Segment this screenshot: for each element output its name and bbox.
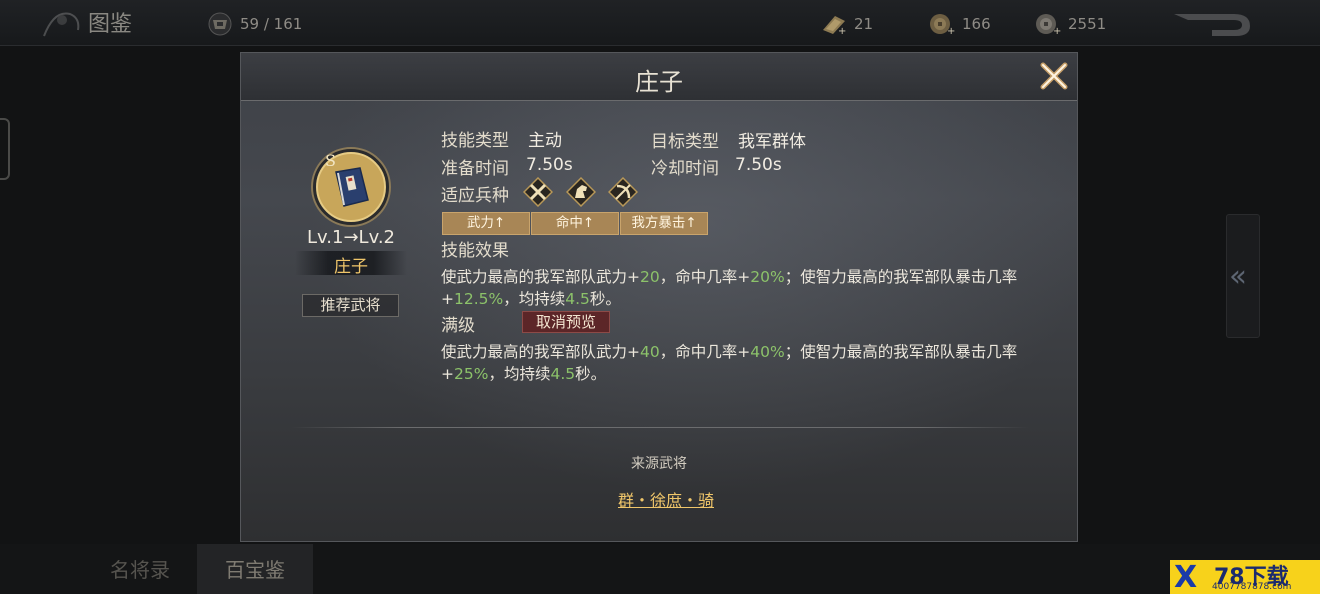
copper-count: 166 xyxy=(962,15,991,33)
svg-text:+: + xyxy=(947,26,955,36)
skill-type-label: 技能类型 xyxy=(441,131,509,151)
watermark-url: 4007787878.com xyxy=(1212,582,1292,592)
skill-name: 庄子 xyxy=(334,257,368,277)
source-generals-title: 来源武将 xyxy=(631,456,687,472)
modal-title: 庄子 xyxy=(635,68,683,96)
source-general-link[interactable]: 群・徐庶・骑 xyxy=(601,487,731,511)
tab-famous-generals[interactable]: 名将录 xyxy=(82,544,198,594)
target-type-value: 我军群体 xyxy=(738,132,806,152)
collection-count: 59 / 161 xyxy=(240,15,303,33)
tab-treasure-catalog[interactable]: 百宝鉴 xyxy=(197,544,313,594)
svg-text:+: + xyxy=(1053,26,1061,36)
token-icon: + xyxy=(823,16,846,36)
watermark-x-icon: X xyxy=(1174,560,1198,594)
prep-time-label: 准备时间 xyxy=(441,159,509,179)
page-title: 图鉴 xyxy=(88,12,133,37)
left-edge-handle[interactable] xyxy=(0,118,10,180)
coin-icon: + xyxy=(930,14,955,36)
cavalry-icon xyxy=(566,177,596,207)
collection-icon xyxy=(208,12,232,36)
skill-book-icon xyxy=(311,147,391,227)
silver-coin-icon: + xyxy=(1036,14,1061,36)
infantry-icon xyxy=(523,177,553,207)
skill-type-value: 主动 xyxy=(528,131,562,151)
token-count: 21 xyxy=(854,15,874,33)
back-arrow-icon[interactable] xyxy=(1172,10,1254,38)
top-bar: 图鉴 59 / 161 + 21 + 166 + 2551 xyxy=(0,0,1320,46)
max-level-effect-text: 使武力最高的我军部队武力+40，命中几率+40%；使智力最高的我军部队暴击几率+… xyxy=(441,343,1018,383)
level-change: Lv.1→Lv.2 xyxy=(307,227,395,248)
skill-detail-modal: 庄子 S Lv.1→Lv.2 庄子 推荐武将 技能类型 主动 目标类型 我军群体… xyxy=(240,52,1078,542)
prep-time-value: 7.50s xyxy=(526,155,573,175)
target-type-label: 目标类型 xyxy=(651,132,719,152)
svg-text:+: + xyxy=(838,26,846,36)
skill-grade-badge: S xyxy=(325,151,336,170)
modal-header: 庄子 xyxy=(241,53,1077,101)
emblem-decoration-icon xyxy=(43,12,80,37)
close-icon[interactable] xyxy=(1038,60,1070,92)
currency-silver[interactable]: + 2551 xyxy=(1034,12,1106,36)
skill-effect-text: 使武力最高的我军部队武力+20，命中几率+20%；使智力最高的我军部队暴击几率+… xyxy=(441,268,1018,308)
watermark-logo: X 78下载 4007787878.com xyxy=(1170,560,1320,594)
collection-counter: 59 / 161 xyxy=(206,12,302,36)
cooldown-label: 冷却时间 xyxy=(651,159,719,179)
tag-strength-up: 武力↑ xyxy=(442,212,530,235)
currency-token[interactable]: + 21 xyxy=(820,12,873,36)
expand-panel-button[interactable]: ‹‹ xyxy=(1226,214,1260,338)
skill-effect-label: 技能效果 xyxy=(441,241,509,261)
max-level-label: 满级 xyxy=(441,316,475,336)
tag-crit-up: 我方暴击↑ xyxy=(620,212,708,235)
recommend-generals-button[interactable]: 推荐武将 xyxy=(302,294,399,317)
cooldown-value: 7.50s xyxy=(735,155,782,175)
double-chevron-left-icon: ‹‹ xyxy=(1229,259,1247,294)
tag-hit-up: 命中↑ xyxy=(531,212,619,235)
currency-copper[interactable]: + 166 xyxy=(928,12,991,36)
silver-count: 2551 xyxy=(1068,15,1107,33)
divider xyxy=(291,427,1029,428)
cancel-preview-button[interactable]: 取消预览 xyxy=(522,311,610,333)
archer-icon xyxy=(608,177,638,207)
troop-type-label: 适应兵种 xyxy=(441,186,509,206)
